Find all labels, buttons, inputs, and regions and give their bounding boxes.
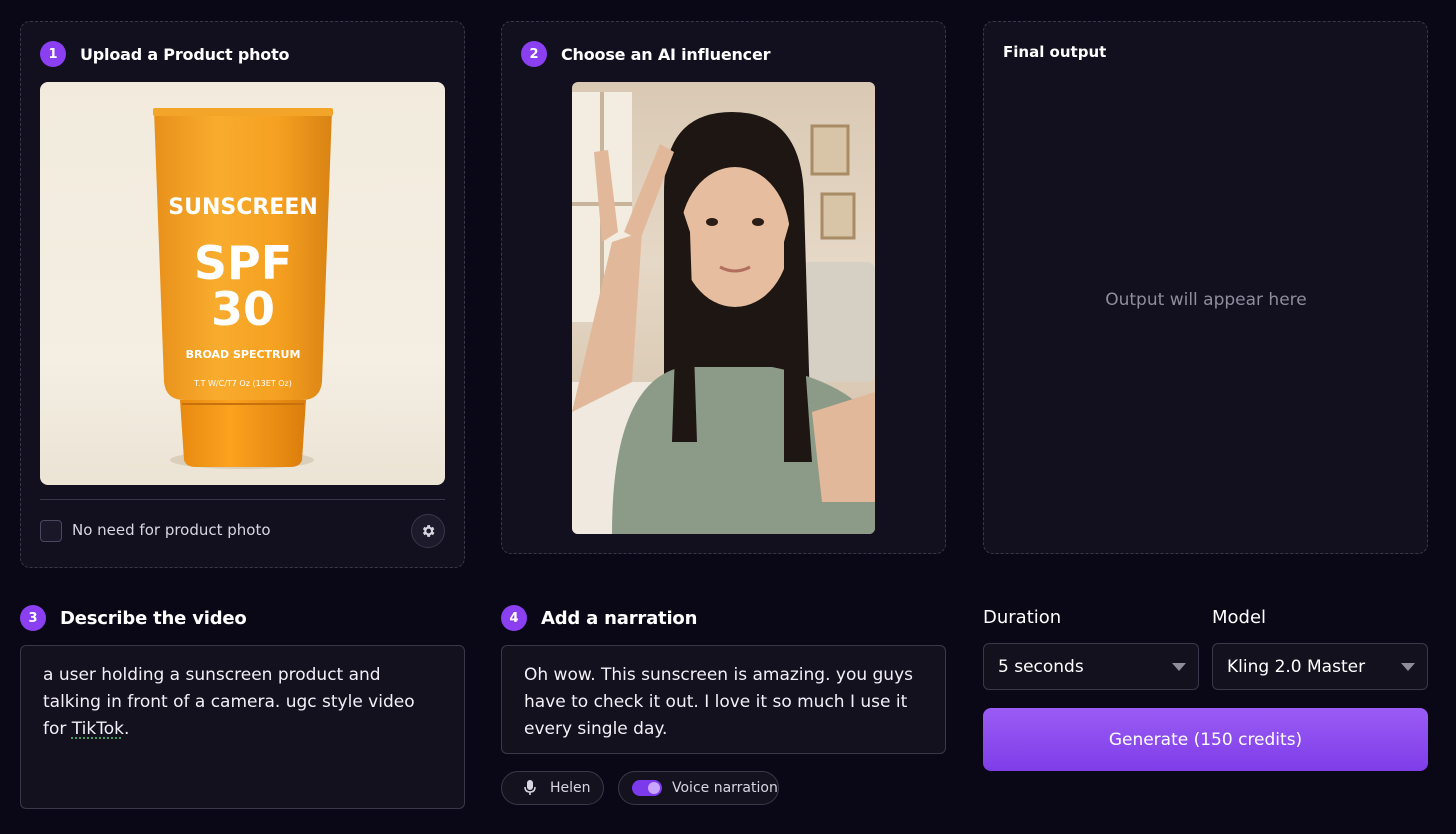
model-value: Kling 2.0 Master xyxy=(1227,656,1366,677)
final-output-title: Final output xyxy=(1003,43,1107,61)
influencer-photo[interactable] xyxy=(572,82,875,534)
ugc-video-generator: 1 Upload a Product photo SUNSCREEN SPF 3… xyxy=(0,0,1456,834)
step-4-header: 4 Add a narration xyxy=(501,605,697,631)
sunscreen-bottle-illustration: SUNSCREEN SPF 30 BROAD SPECTRUM T.T W/C/… xyxy=(153,108,333,469)
voice-narration-label: Voice narration xyxy=(672,780,778,796)
step-3-header: 3 Describe the video xyxy=(20,605,247,631)
duration-select[interactable]: 5 seconds xyxy=(983,643,1199,690)
step-1-title: Upload a Product photo xyxy=(80,44,290,64)
upload-divider xyxy=(40,499,445,500)
gear-icon xyxy=(422,525,435,537)
model-label: Model xyxy=(1212,607,1267,628)
settings-button[interactable] xyxy=(411,514,445,548)
voice-select-button[interactable]: Helen xyxy=(501,771,604,805)
chevron-down-icon xyxy=(1401,663,1415,671)
model-select[interactable]: Kling 2.0 Master xyxy=(1212,643,1428,690)
voice-name: Helen xyxy=(550,780,591,796)
bottle-fine-print: T.T W/C/T7 Oz (13ET Oz) xyxy=(193,379,292,388)
bottle-spf-number: 30 xyxy=(211,282,275,336)
step-2-header: 2 Choose an AI influencer xyxy=(521,41,771,67)
video-description-input[interactable]: a user holding a sunscreen product and t… xyxy=(20,645,465,809)
step-4-title: Add a narration xyxy=(541,607,698,629)
step-1-badge: 1 xyxy=(40,41,66,67)
toggle-switch[interactable] xyxy=(632,780,662,796)
bottle-tagline: BROAD SPECTRUM xyxy=(186,348,301,361)
step-3-title: Describe the video xyxy=(60,607,247,629)
influencer-portrait xyxy=(572,92,875,534)
bottle-brand-text: SUNSCREEN xyxy=(168,195,318,220)
microphone-icon xyxy=(524,780,536,795)
step-4-badge: 4 xyxy=(501,605,527,631)
duration-value: 5 seconds xyxy=(998,656,1084,677)
step-3-badge: 3 xyxy=(20,605,46,631)
voice-narration-toggle[interactable]: Voice narration xyxy=(618,771,779,805)
duration-label: Duration xyxy=(983,607,1062,628)
description-text-end: . xyxy=(123,719,130,739)
no-photo-checkbox[interactable] xyxy=(40,520,62,542)
description-flagged-word: TikTok xyxy=(71,719,124,739)
step-2-badge: 2 xyxy=(521,41,547,67)
narration-input[interactable]: Oh wow. This sunscreen is amazing. you g… xyxy=(501,645,946,754)
step-1-header: 1 Upload a Product photo xyxy=(40,41,290,67)
chevron-down-icon xyxy=(1172,663,1186,671)
output-placeholder: Output will appear here xyxy=(1105,290,1307,310)
no-photo-label: No need for product photo xyxy=(72,521,271,539)
narration-text: Oh wow. This sunscreen is amazing. you g… xyxy=(524,665,913,739)
product-photo[interactable]: SUNSCREEN SPF 30 BROAD SPECTRUM T.T W/C/… xyxy=(40,82,445,485)
generate-button[interactable]: Generate (150 credits) xyxy=(983,708,1428,771)
final-output-card xyxy=(983,21,1428,554)
step-2-title: Choose an AI influencer xyxy=(561,44,771,64)
